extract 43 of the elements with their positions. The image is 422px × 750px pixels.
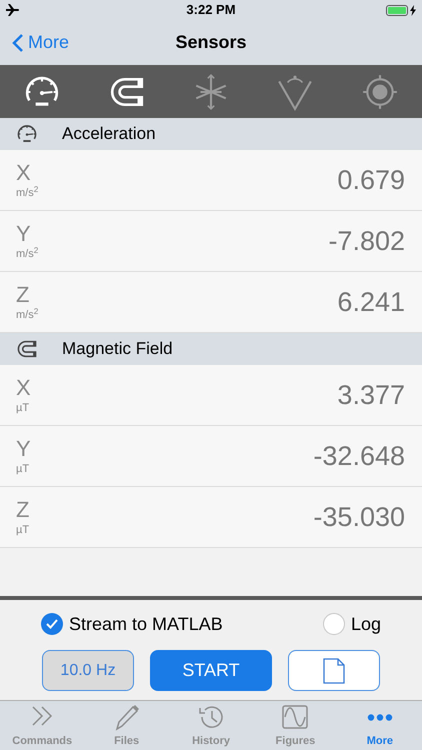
start-button[interactable]: START: [150, 650, 272, 691]
unit-label: µT: [16, 462, 30, 476]
back-button[interactable]: More: [0, 29, 70, 56]
tab-item[interactable]: Commands: [0, 701, 84, 750]
sensor-value: 3.377: [337, 378, 405, 412]
sensor-value: -32.648: [313, 440, 405, 473]
sensor-value: 6.241: [337, 286, 405, 319]
target-icon: [360, 72, 399, 110]
section-title: Magnetic Field: [62, 338, 173, 360]
axis-label: Y: [16, 436, 31, 462]
axis-label: Y: [16, 221, 32, 247]
airplane-icon: [6, 4, 20, 16]
document-icon: [323, 658, 345, 684]
tab-item[interactable]: Figures: [253, 701, 338, 750]
sensor-value: 0.679: [337, 164, 405, 197]
unit-label: m/s$^{2}$: [16, 186, 38, 200]
wave-chart-icon: [281, 702, 310, 730]
section-title: Acceleration: [62, 123, 156, 146]
angle-icon: [276, 72, 314, 110]
sensor-value: -7.802: [328, 224, 405, 258]
back-chevron-icon: [12, 32, 24, 52]
tab-item[interactable]: More: [338, 701, 422, 750]
magnet-icon: [16, 338, 38, 360]
sensor-value: -35.030: [313, 500, 405, 534]
file-button[interactable]: [288, 650, 380, 691]
axis-label: X: [16, 375, 31, 401]
rate-button[interactable]: 10.0 Hz: [42, 650, 134, 691]
axis-label: Z: [16, 497, 30, 523]
unit-label: µT: [16, 401, 30, 415]
charging-bolt-icon: [410, 4, 416, 16]
option-checkbox[interactable]: Stream to MATLAB: [41, 610, 223, 638]
unit-label: m/s$^{2}$: [16, 247, 38, 261]
status-time: 3:22 PM: [186, 1, 236, 20]
option-checkbox[interactable]: Log: [322, 610, 381, 638]
axis-label: X: [16, 160, 32, 186]
gauge-icon: [16, 123, 38, 145]
tab-item[interactable]: Files: [84, 701, 169, 750]
more-icon: [366, 714, 393, 720]
unit-label: µT: [16, 523, 30, 537]
axis-label: Z: [16, 282, 30, 308]
unit-label: m/s$^{2}$: [16, 308, 38, 322]
nav-title: Sensors: [175, 31, 247, 54]
tab-item[interactable]: History: [168, 701, 254, 750]
